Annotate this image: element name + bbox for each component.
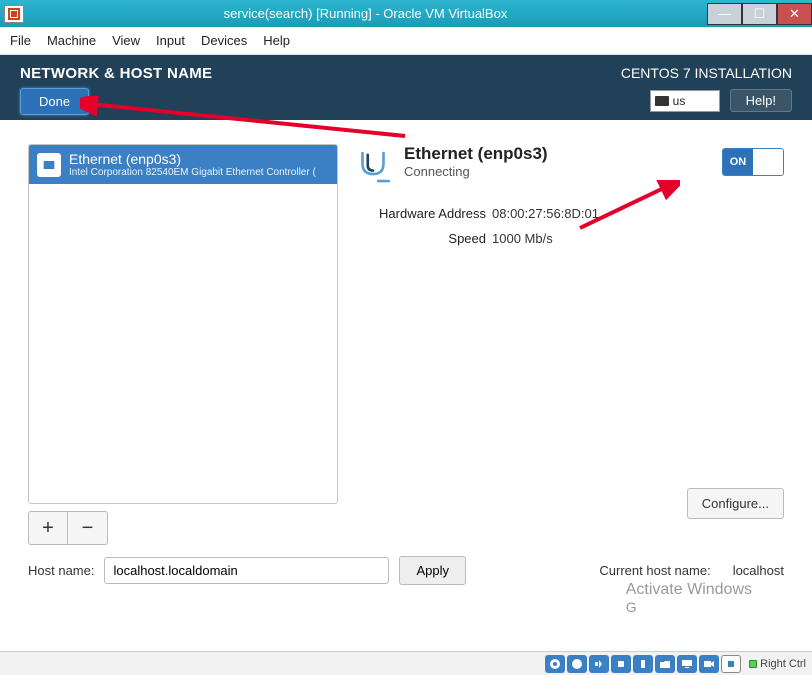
statusbar-audio-icon[interactable] <box>589 655 609 673</box>
statusbar-recording-icon[interactable] <box>699 655 719 673</box>
interface-name: Ethernet (enp0s3) <box>69 151 316 167</box>
page-header: NETWORK & HOST NAME Done CENTOS 7 INSTAL… <box>0 55 812 120</box>
activate-line2: G <box>626 599 752 615</box>
statusbar-optical-icon[interactable] <box>567 655 587 673</box>
ethernet-large-icon <box>352 146 394 188</box>
host-key-label: Right Ctrl <box>760 658 806 670</box>
menu-input[interactable]: Input <box>156 33 185 48</box>
menu-help[interactable]: Help <box>263 33 290 48</box>
current-hostname-value: localhost <box>733 563 784 578</box>
interface-detail-title: Ethernet (enp0s3) <box>404 144 548 164</box>
vbox-app-icon <box>4 5 24 23</box>
host-key-indicator: Right Ctrl <box>749 658 806 670</box>
menu-machine[interactable]: Machine <box>47 33 96 48</box>
speed-value: 1000 Mb/s <box>492 231 553 246</box>
install-title: CENTOS 7 INSTALLATION <box>621 65 792 81</box>
interface-list: Ethernet (enp0s3) Intel Corporation 8254… <box>28 144 338 504</box>
remove-interface-button[interactable]: − <box>68 511 108 545</box>
statusbar-network-icon[interactable] <box>611 655 631 673</box>
ethernet-icon <box>37 153 61 177</box>
hostname-input[interactable] <box>104 557 389 584</box>
window-title: service(search) [Running] - Oracle VM Vi… <box>24 6 707 21</box>
vbox-statusbar: Right Ctrl <box>0 651 812 675</box>
statusbar-display-icon[interactable] <box>677 655 697 673</box>
main-content: Ethernet (enp0s3) Intel Corporation 8254… <box>0 120 812 635</box>
close-button[interactable]: ✕ <box>777 3 812 25</box>
help-button[interactable]: Help! <box>730 89 792 112</box>
done-button[interactable]: Done <box>20 88 89 115</box>
menubar: File Machine View Input Devices Help <box>0 27 812 55</box>
statusbar-hdd-icon[interactable] <box>545 655 565 673</box>
keyboard-layout-indicator[interactable]: us <box>650 90 720 112</box>
add-interface-button[interactable]: + <box>28 511 68 545</box>
interface-subtitle: Intel Corporation 82540EM Gigabit Ethern… <box>69 167 316 178</box>
hostname-label: Host name: <box>28 563 94 578</box>
keyboard-layout-label: us <box>673 94 686 108</box>
titlebar: service(search) [Running] - Oracle VM Vi… <box>0 0 812 27</box>
menu-view[interactable]: View <box>112 33 140 48</box>
menu-devices[interactable]: Devices <box>201 33 247 48</box>
current-hostname-label: Current host name: <box>599 563 710 578</box>
statusbar-usb-icon[interactable] <box>633 655 653 673</box>
interface-list-panel: Ethernet (enp0s3) Intel Corporation 8254… <box>28 144 338 545</box>
hw-addr-label: Hardware Address <box>352 206 492 221</box>
activate-line1: Activate Windows <box>626 581 752 599</box>
interface-toggle[interactable]: ON <box>722 148 784 176</box>
statusbar-cpu-icon[interactable] <box>721 655 741 673</box>
page-title: NETWORK & HOST NAME <box>20 65 621 82</box>
host-key-dot-icon <box>749 660 757 668</box>
activate-windows-watermark: Activate Windows G <box>626 581 752 615</box>
hw-addr-value: 08:00:27:56:8D:01 <box>492 206 599 221</box>
keyboard-icon <box>655 96 669 106</box>
maximize-button[interactable]: ☐ <box>742 3 777 25</box>
configure-button[interactable]: Configure... <box>687 488 784 519</box>
statusbar-shared-folder-icon[interactable] <box>655 655 675 673</box>
minimize-button[interactable]: — <box>707 3 742 25</box>
interface-list-item[interactable]: Ethernet (enp0s3) Intel Corporation 8254… <box>29 145 337 184</box>
speed-label: Speed <box>352 231 492 246</box>
interface-detail-panel: Ethernet (enp0s3) Connecting ON Hardware… <box>352 144 784 545</box>
interface-detail-status: Connecting <box>404 164 548 179</box>
toggle-off-area <box>753 149 783 175</box>
apply-button[interactable]: Apply <box>399 556 466 585</box>
menu-file[interactable]: File <box>10 33 31 48</box>
toggle-on-label: ON <box>723 149 753 175</box>
